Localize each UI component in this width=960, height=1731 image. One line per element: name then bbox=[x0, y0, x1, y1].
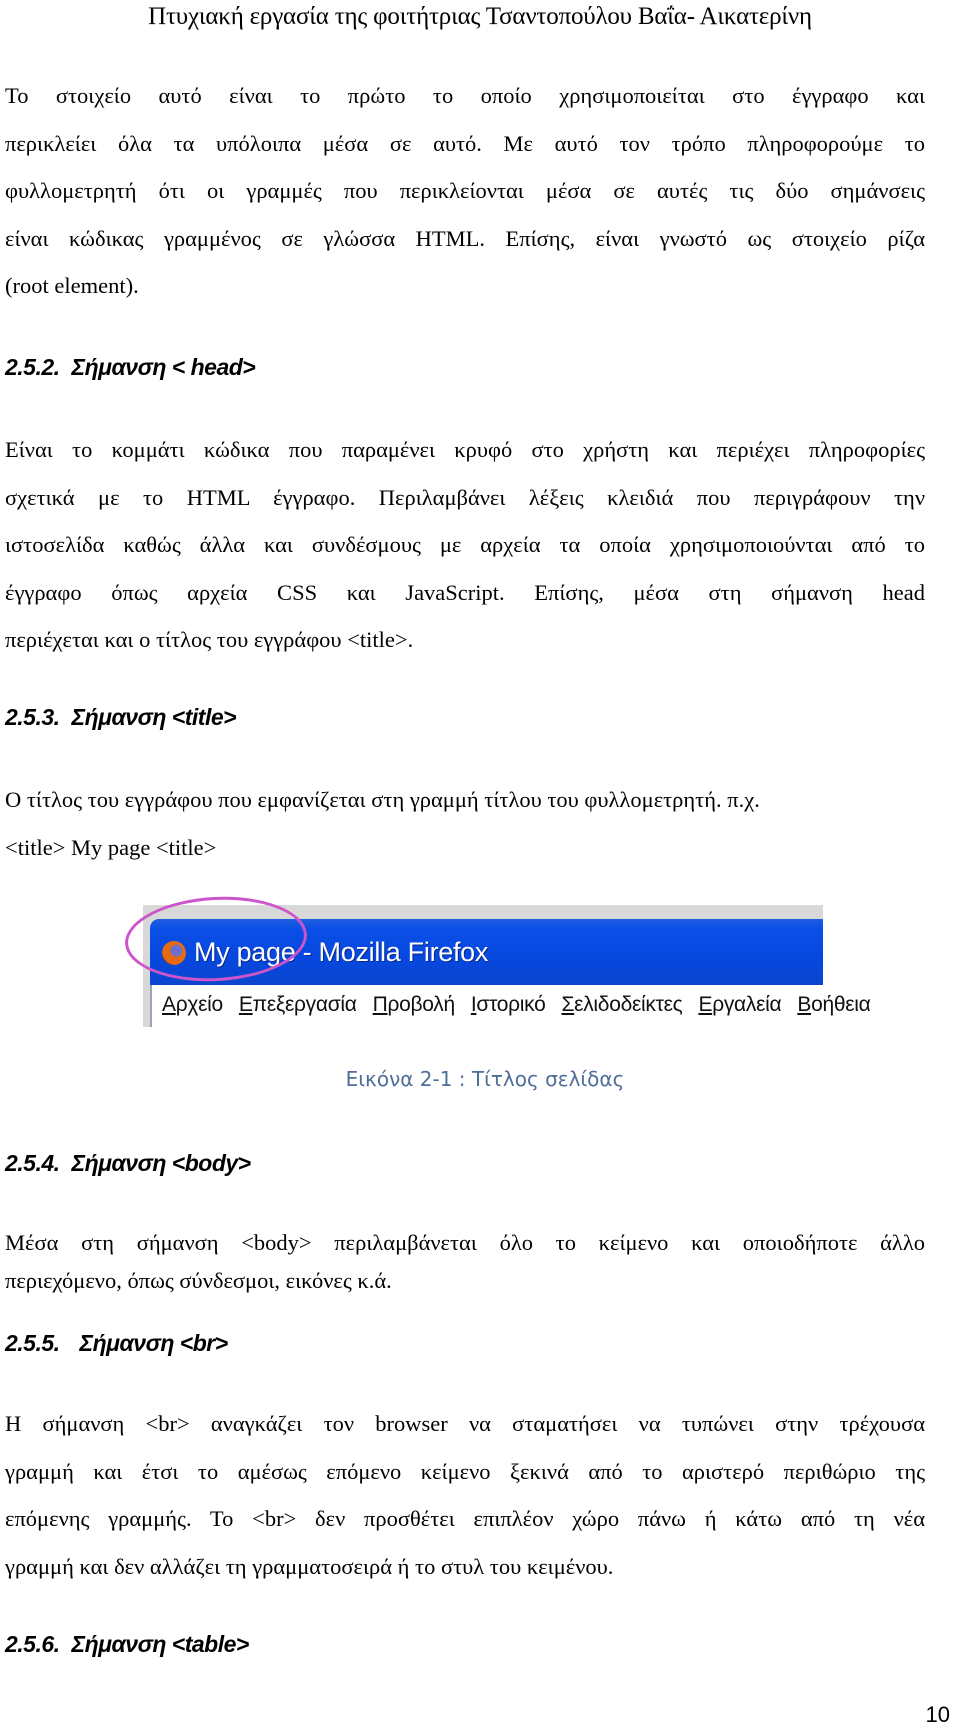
section-number: 2.5.3. bbox=[5, 704, 60, 730]
section-title: Σήμανση <br> bbox=[79, 1330, 229, 1356]
menu-item-help: Βοήθεια bbox=[797, 993, 871, 1016]
text-line: έγγραφο όπως αρχεία CSS και JavaScript. … bbox=[5, 579, 925, 605]
menu-item-edit: Επεξεργασία bbox=[238, 993, 357, 1016]
text-line: (root element). bbox=[5, 273, 139, 298]
section-heading-title: 2.5.3. Σήμανση <title> bbox=[5, 702, 237, 732]
section-heading-head: 2.5.2. Σήμανση < head> bbox=[5, 352, 256, 382]
section-paragraph-title: Ο τίτλος του εγγράφου που εμφανίζεται στ… bbox=[5, 776, 925, 871]
section-title: Σήμανση <table> bbox=[71, 1631, 250, 1657]
section-number: 2.5.2. bbox=[5, 354, 60, 380]
section-number: 2.5.4. bbox=[5, 1150, 60, 1176]
text-line: είναι κώδικας γραμμένος σε γλώσσα HTML. … bbox=[5, 225, 925, 251]
menu-item-view: Προβολή bbox=[372, 993, 456, 1016]
intro-paragraph: Το στοιχείο αυτό είναι το πρώτο το οποίο… bbox=[5, 72, 925, 310]
menu-item-bookmarks: Σελιδοδείκτες bbox=[561, 993, 683, 1016]
text-line: ιστοσελίδα καθώς άλλα και συνδέσμους με … bbox=[5, 532, 925, 557]
section-paragraph-head: Είναι το κομμάτι κώδικα που παραμένει κρ… bbox=[5, 426, 925, 664]
menu-item-tools: Εργαλεία bbox=[698, 993, 782, 1016]
text-line: Το στοιχείο αυτό είναι το πρώτο το οποίο… bbox=[5, 83, 925, 108]
section-number: 2.5.5. bbox=[5, 1330, 60, 1356]
text-line: περιέχεται και ο τίτλος του εγγράφου <ti… bbox=[5, 627, 414, 652]
text-line: φυλλομετρητή ότι οι γραμμές που περικλεί… bbox=[5, 178, 925, 203]
text-line: επόμενης γραμμής. Το <br> δεν προσθέτει … bbox=[5, 1506, 925, 1531]
figure-caption: Εικόνα 2-1 : Τίτλος σελίδας bbox=[345, 1067, 625, 1091]
menu-item-file: Αρχείο bbox=[162, 993, 223, 1016]
text-line: Ο τίτλος του εγγράφου που εμφανίζεται στ… bbox=[5, 787, 760, 812]
text-line: περικλείει όλα τα υπόλοιπα μέσα σε αυτό.… bbox=[5, 130, 925, 156]
text-line: γραμμή και δεν αλλάζει τη γραμματοσειρά … bbox=[5, 1553, 614, 1579]
text-line: σχετικά με το HTML έγγραφο. Περιλαμβάνει… bbox=[5, 484, 925, 510]
section-heading-body: 2.5.4. Σήμανση <body> bbox=[5, 1148, 251, 1178]
section-heading-table: 2.5.6. Σήμανση <table> bbox=[5, 1629, 249, 1659]
section-heading-br: 2.5.5. Σήμανση <br> bbox=[5, 1328, 228, 1358]
text-line: <title> My page <title> bbox=[5, 834, 217, 860]
firefox-titlebar-screenshot: My page - Mozilla Firefox Αρχείο Επεξεργ… bbox=[122, 892, 871, 1027]
text-line: περιεχόμενο, όπως σύνδεσμοι, εικόνες κ.ά… bbox=[5, 1268, 392, 1293]
section-paragraph-br: Η σήμανση <br> αναγκάζει τον browser να … bbox=[5, 1400, 925, 1590]
page-number: 10 bbox=[925, 1702, 950, 1727]
text-line: γραμμή και έτσι το αμέσως επόμενο κείμεν… bbox=[5, 1458, 925, 1484]
section-title: Σήμανση <title> bbox=[71, 704, 237, 730]
section-title: Σήμανση < head> bbox=[71, 354, 256, 380]
text-line: Μέσα στη σήμανση <body> περιλαμβάνεται ό… bbox=[5, 1230, 925, 1255]
running-header: Πτυχιακή εργασία της φοιτήτριας Τσαντοπο… bbox=[148, 3, 812, 30]
text-line: Η σήμανση <br> αναγκάζει τον browser να … bbox=[5, 1411, 925, 1436]
section-number: 2.5.6. bbox=[5, 1631, 60, 1657]
section-paragraph-body: Μέσα στη σήμανση <body> περιλαμβάνεται ό… bbox=[5, 1224, 925, 1300]
text-line: Είναι το κομμάτι κώδικα που παραμένει κρ… bbox=[5, 437, 925, 462]
section-title: Σήμανση <body> bbox=[71, 1150, 252, 1176]
menu-item-history: Ιστορικό bbox=[470, 993, 546, 1016]
menu-bar: Αρχείο Επεξεργασία Προβολή Ιστορικό Σελι… bbox=[150, 985, 871, 1027]
